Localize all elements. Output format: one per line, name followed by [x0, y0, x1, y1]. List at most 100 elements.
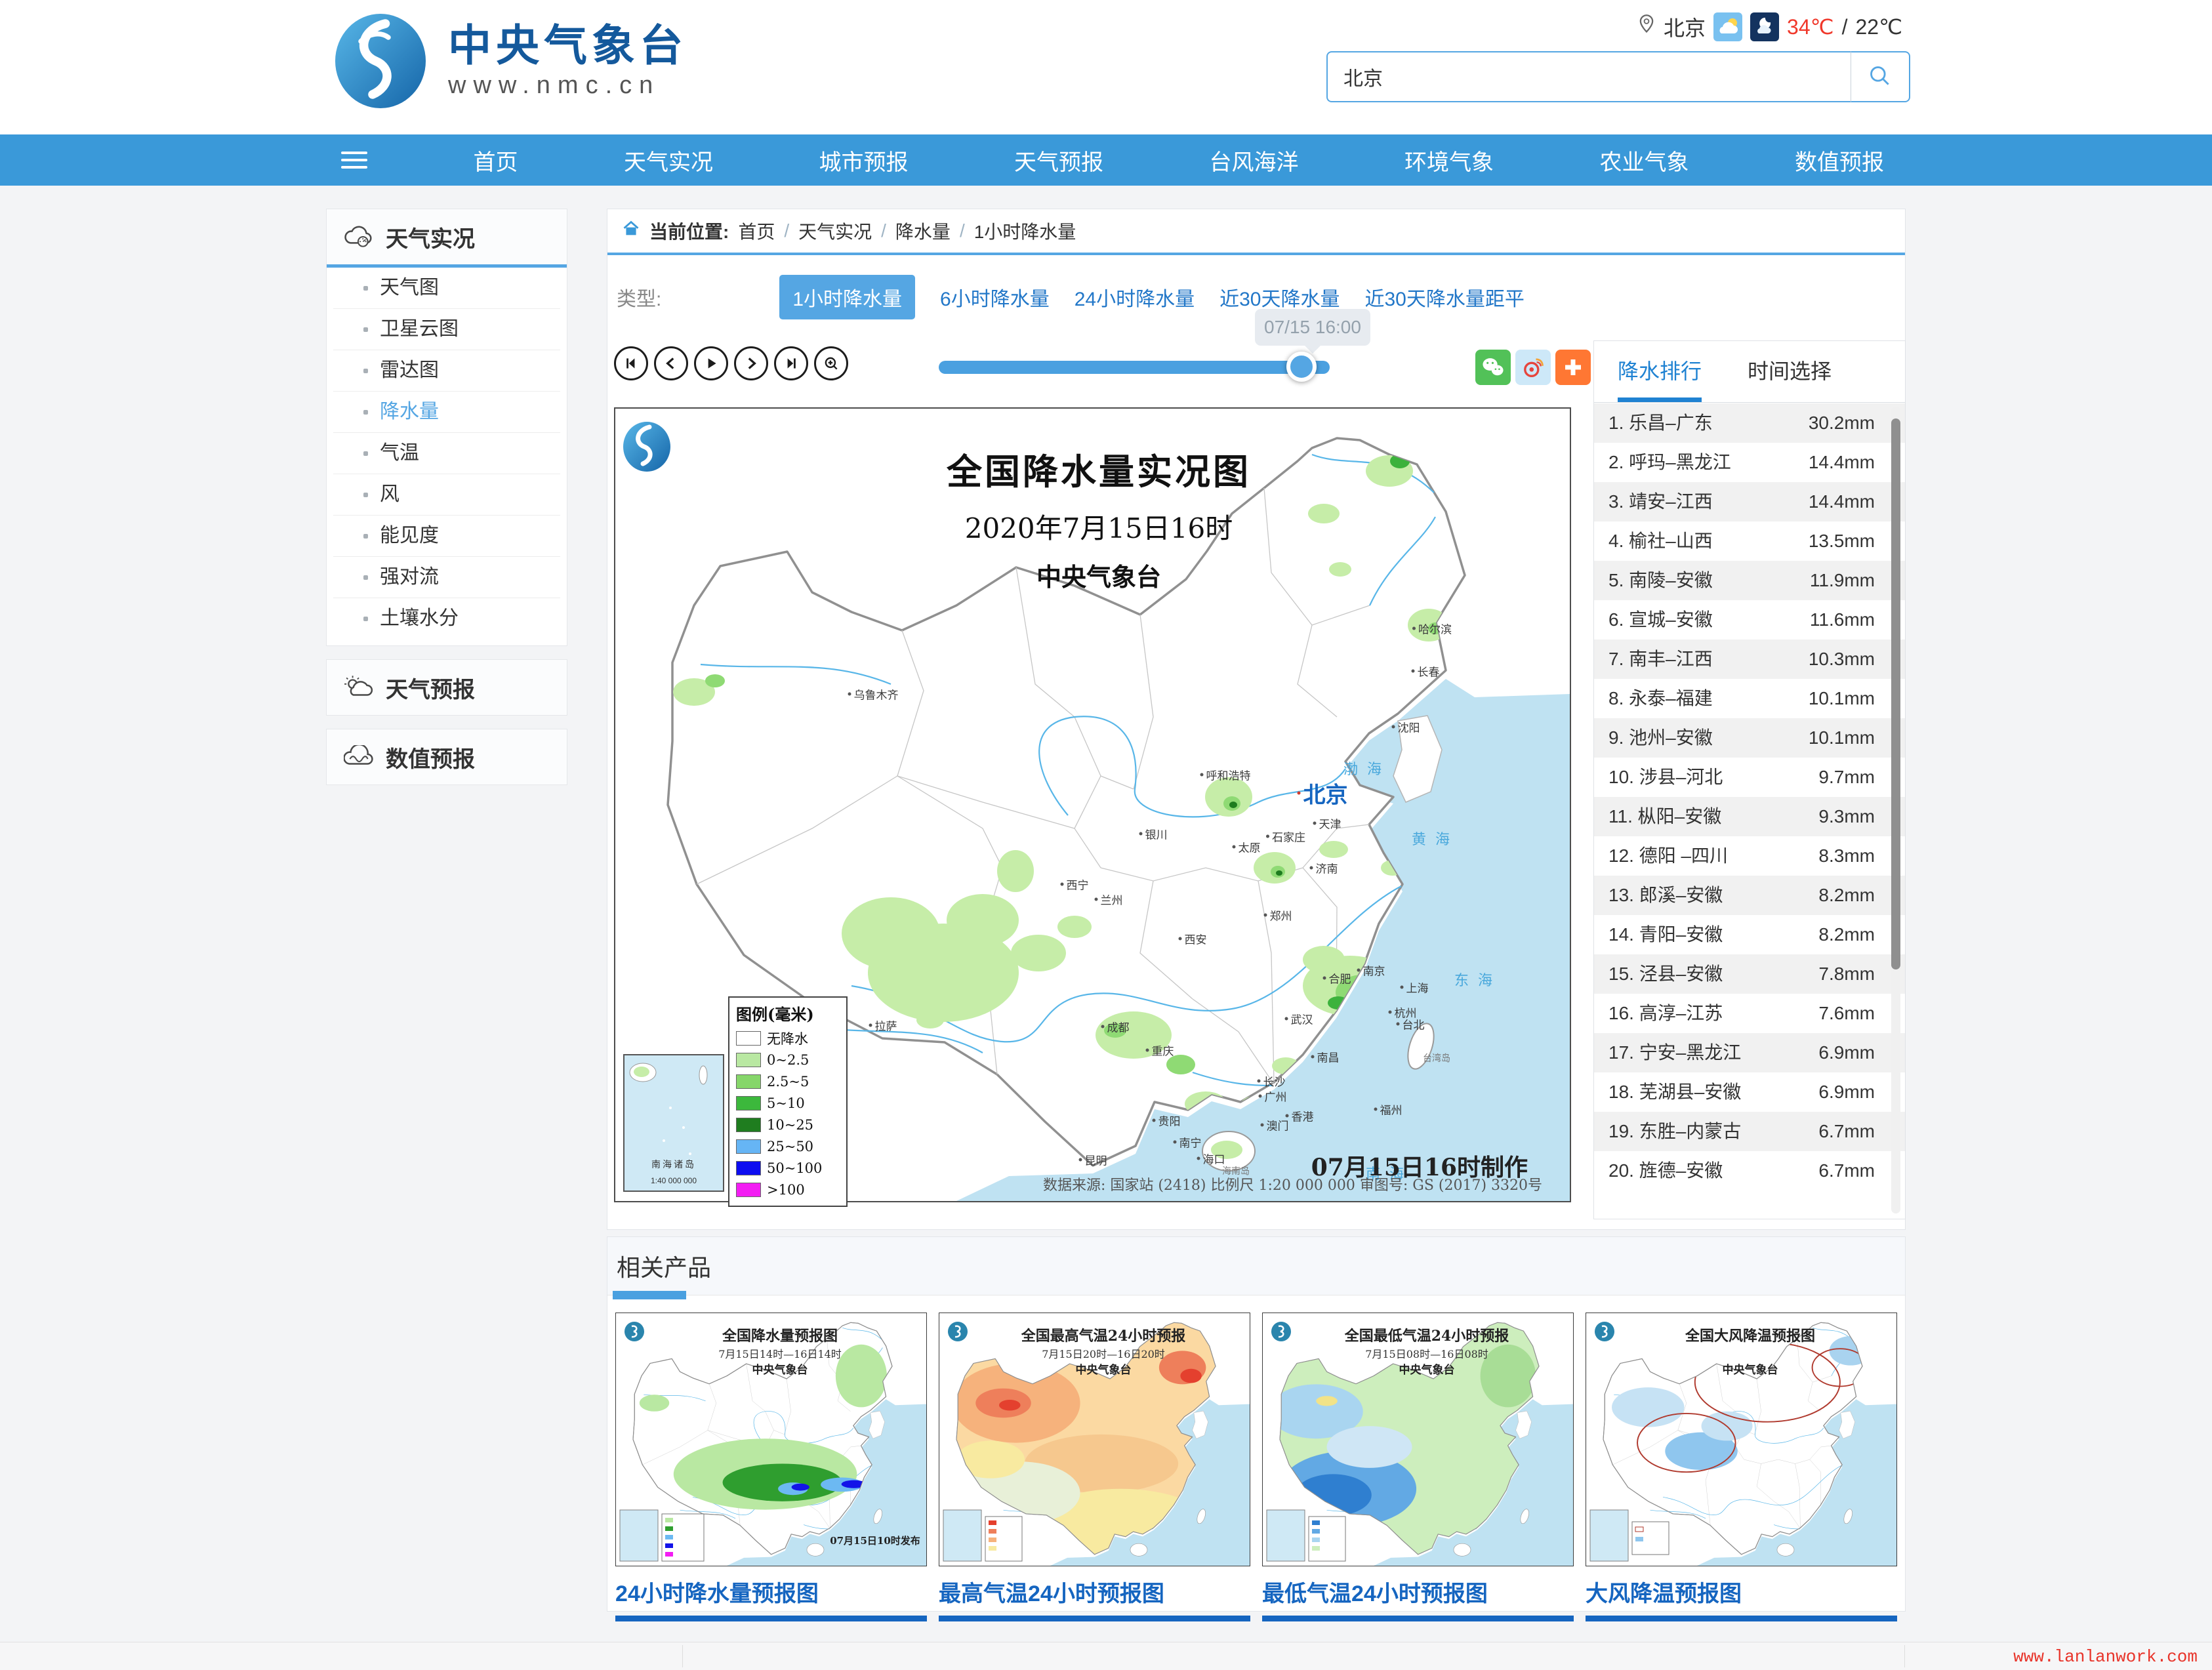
product-card-wind[interactable]: 全国大风降温预报图 中央气象台 大风降温预报图: [1586, 1313, 1897, 1621]
ranking-value: 14.4mm: [1809, 443, 1875, 482]
time-slider[interactable]: [939, 361, 1330, 374]
ranking-value: 9.7mm: [1818, 758, 1875, 797]
legend-swatch: [736, 1161, 761, 1175]
ranking-name: 12. 德阳 –四川: [1608, 845, 1728, 866]
map-titles: 全国降水量实况图 2020年7月15日16时 中央气象台: [947, 443, 1251, 593]
ranking-name: 20. 旌德–安徽: [1608, 1160, 1723, 1181]
home-icon: [622, 220, 640, 243]
type-selector: 类型: 1小时降水量 6小时降水量 24小时降水量近30天降水量近30天降水量距平: [617, 275, 1525, 319]
ranking-name: 15. 泾县–安徽: [1608, 964, 1723, 984]
south-china-sea-inset: 南海诸岛 1:40 000 000: [623, 1054, 724, 1192]
site-logo[interactable]: 中央气象台 www.nmc.cn: [331, 12, 687, 110]
ranking-row: 10. 涉县–河北9.7mm: [1594, 758, 1905, 797]
share-more-icon[interactable]: [1555, 350, 1591, 385]
type-tab-1小时降水量[interactable]: 1小时降水量: [779, 275, 915, 319]
location-weather: 北京 34℃ / 22℃: [1637, 12, 1902, 42]
weibo-share-icon[interactable]: [1515, 350, 1551, 385]
breadcrumb-item-降水量[interactable]: 降水量: [895, 218, 951, 244]
footer-divider: [682, 1645, 683, 1667]
type-tab-近30天降水量距平[interactable]: 近30天降水量距平: [1364, 283, 1524, 312]
breadcrumb-separator: /: [784, 220, 789, 241]
skip-end-button[interactable]: [774, 346, 808, 380]
nav-item-首页[interactable]: 首页: [474, 144, 518, 176]
related-accent-bar: [613, 1291, 686, 1299]
sidebar-section-header-天气实况[interactable]: 天气实况: [327, 209, 567, 268]
sidebar-item-风[interactable]: 风: [333, 474, 560, 515]
breadcrumb: 当前位置: 首页/天气实况/降水量/1小时降水量: [607, 209, 1905, 255]
sidebar-section: 数值预报: [326, 729, 567, 785]
bullet-icon: [363, 493, 368, 497]
location-name[interactable]: 北京: [1664, 12, 1706, 42]
zoom-in-button[interactable]: [814, 346, 848, 380]
sidebar-item-天气图[interactable]: 天气图: [333, 268, 560, 308]
play-button[interactable]: [694, 346, 728, 380]
hamburger-icon[interactable]: [341, 152, 367, 169]
product-caption[interactable]: 24小时降水量预报图: [615, 1576, 927, 1608]
breadcrumb-item-天气实况[interactable]: 天气实况: [798, 218, 872, 244]
sidebar-section-title: 天气实况: [386, 221, 475, 253]
player-controls: [614, 346, 848, 380]
sidebar-item-降水量[interactable]: 降水量: [333, 391, 560, 432]
ranking-value: 10.3mm: [1809, 640, 1875, 679]
type-tab-6小时降水量[interactable]: 6小时降水量: [940, 283, 1050, 312]
breadcrumb-item-1小时降水量[interactable]: 1小时降水量: [974, 218, 1076, 244]
ranking-tab-时间选择[interactable]: 时间选择: [1748, 355, 1832, 402]
product-thumbnail: 全国降水量预报图 7月15日14时—16日14时 中央气象台 07月15日10时…: [615, 1313, 927, 1566]
ranking-row: 17. 宁安–黑龙江6.9mm: [1594, 1033, 1905, 1072]
product-thumbnail: 全国最高气温24小时预报 7月15日20时—16日20时 中央气象台: [939, 1313, 1250, 1566]
sidebar-item-气温[interactable]: 气温: [333, 432, 560, 474]
product-card-tmax24h[interactable]: 全国最高气温24小时预报 7月15日20时—16日20时 中央气象台 最高气温2…: [939, 1313, 1250, 1621]
thumb-note: 07月15日10时发布: [830, 1535, 920, 1547]
search-input[interactable]: [1326, 51, 1851, 102]
thumb-period: 7月15日14时—16日14时: [718, 1348, 842, 1360]
cloud-sun-icon: [344, 676, 375, 699]
inset-label: 南海诸岛: [651, 1158, 696, 1171]
sidebar-item-label: 卫星云图: [380, 309, 459, 350]
type-tab-24小时降水量[interactable]: 24小时降水量: [1075, 283, 1195, 312]
nav-item-天气实况[interactable]: 天气实况: [624, 144, 713, 176]
nav-item-天气预报[interactable]: 天气预报: [1014, 144, 1103, 176]
product-card-tmin24h[interactable]: 全国最低气温24小时预报 7月15日08时—16日08时 中央气象台 最低气温2…: [1262, 1313, 1574, 1621]
ranking-row: 18. 芜湖县–安徽6.9mm: [1594, 1072, 1905, 1112]
type-tab-近30天降水量[interactable]: 近30天降水量: [1219, 283, 1340, 312]
ranking-name: 11. 枞阳–安徽: [1608, 806, 1721, 826]
product-caption[interactable]: 大风降温预报图: [1586, 1576, 1897, 1608]
thumb-period: 7月15日20时—16日20时: [1042, 1348, 1165, 1360]
sidebar-item-能见度[interactable]: 能见度: [333, 515, 560, 556]
sidebar-item-土壤水分[interactable]: 土壤水分: [333, 598, 560, 639]
product-caption[interactable]: 最低气温24小时预报图: [1262, 1576, 1574, 1608]
nav-item-农业气象[interactable]: 农业气象: [1600, 144, 1689, 176]
ranking-row: 14. 青阳–安徽8.2mm: [1594, 915, 1905, 954]
search-button[interactable]: [1851, 51, 1910, 102]
ranking-name: 16. 高淳–江苏: [1608, 1003, 1723, 1023]
ranking-tab-降水排行[interactable]: 降水排行: [1618, 355, 1702, 402]
legend-row: 10~25: [736, 1114, 841, 1135]
breadcrumb-item-首页[interactable]: 首页: [738, 218, 775, 244]
ranking-value: 6.7mm: [1818, 1112, 1875, 1151]
product-card-precip24h[interactable]: 全国降水量预报图 7月15日14时—16日14时 中央气象台 07月15日10时…: [615, 1313, 927, 1621]
sidebar-item-雷达图[interactable]: 雷达图: [333, 350, 560, 391]
sidebar-section-title: 数值预报: [386, 741, 475, 773]
wechat-share-icon[interactable]: [1475, 350, 1511, 385]
sidebar-section-header-数值预报[interactable]: 数值预报: [327, 729, 567, 784]
product-caption[interactable]: 最高气温24小时预报图: [939, 1576, 1250, 1608]
legend-swatch: [736, 1031, 761, 1046]
step-back-button[interactable]: [654, 346, 688, 380]
precipitation-map[interactable]: 乌鲁木齐哈尔滨长春沈阳北京天津呼和浩特银川太原石家庄济南西宁兰州郑州西安成都重庆…: [614, 407, 1571, 1202]
slider-handle[interactable]: [1286, 352, 1317, 382]
nav-item-数值预报[interactable]: 数值预报: [1795, 144, 1884, 176]
step-forward-button[interactable]: [734, 346, 768, 380]
ranking-row: 11. 枞阳–安徽9.3mm: [1594, 797, 1905, 836]
skip-start-button[interactable]: [614, 346, 648, 380]
bullet-icon: [363, 575, 368, 580]
nav-item-城市预报[interactable]: 城市预报: [819, 144, 909, 176]
sidebar-item-强对流[interactable]: 强对流: [333, 556, 560, 598]
sidebar-item-卫星云图[interactable]: 卫星云图: [333, 308, 560, 350]
scrollbar-thumb[interactable]: [1891, 418, 1900, 969]
sidebar-section-header-天气预报[interactable]: 天气预报: [327, 660, 567, 715]
scrollbar[interactable]: [1891, 407, 1900, 1213]
type-label: 类型:: [617, 283, 661, 312]
sidebar-item-label: 强对流: [380, 557, 439, 598]
nav-item-环境气象[interactable]: 环境气象: [1404, 144, 1494, 176]
nav-item-台风海洋[interactable]: 台风海洋: [1210, 144, 1299, 176]
